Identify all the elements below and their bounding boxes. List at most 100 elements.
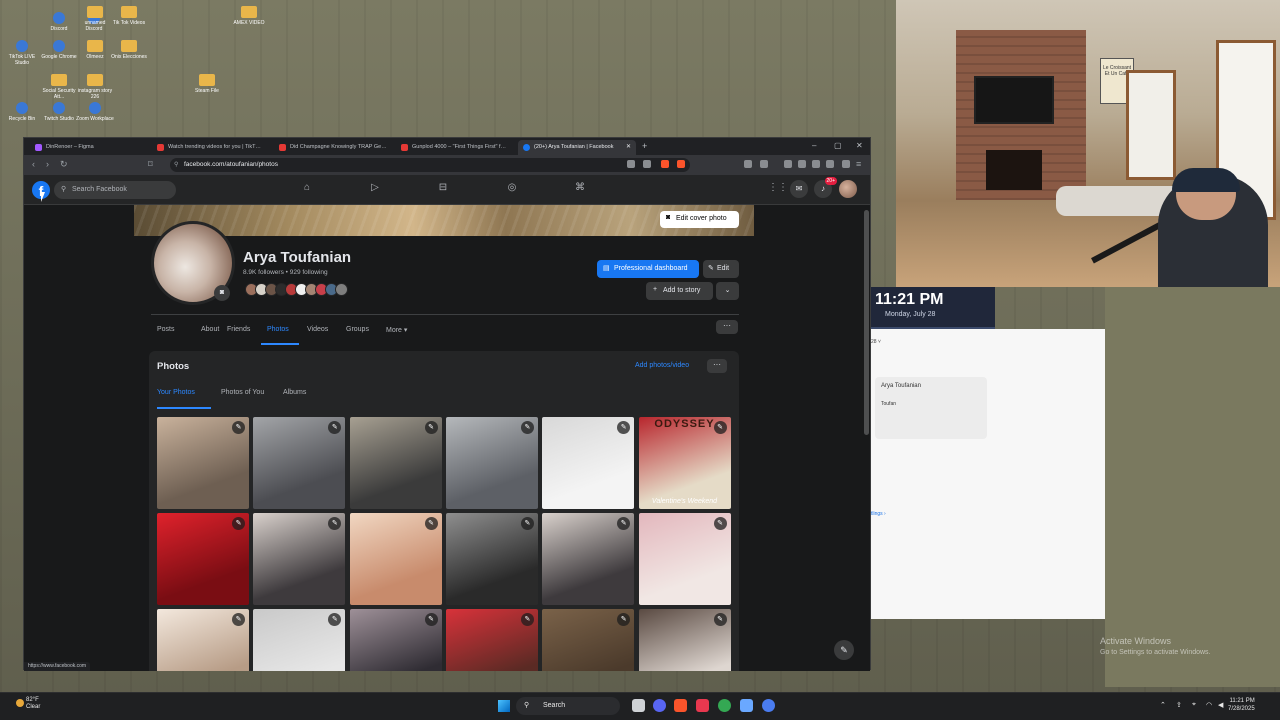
edit-photo-icon[interactable]: ✎ — [328, 421, 342, 434]
desktop-icon[interactable]: AMEX VIDEO — [230, 6, 268, 26]
tab-groups[interactable]: Groups — [346, 326, 369, 333]
photo-thumbnail[interactable]: ✎ — [542, 417, 635, 509]
contact-card[interactable]: Arya Toufanian Toufan — [875, 377, 987, 439]
photo-thumbnail[interactable]: ✎ — [157, 609, 249, 671]
edit-photo-icon[interactable]: ✎ — [424, 613, 438, 626]
extension-icon[interactable] — [784, 160, 792, 168]
extension-icon[interactable] — [826, 160, 834, 168]
browser-tab[interactable]: DinRenoer – Figma — [30, 140, 148, 155]
photo-thumbnail[interactable]: ✎ — [157, 417, 249, 509]
extension-icon[interactable] — [812, 160, 820, 168]
photos-more-button[interactable]: ··· — [707, 359, 727, 373]
gaming-icon[interactable]: ⌘ — [573, 182, 587, 196]
edit-photo-icon[interactable]: ✎ — [617, 613, 631, 626]
edit-photo-icon[interactable]: ✎ — [232, 517, 245, 530]
tab-photos[interactable]: Photos — [267, 326, 289, 333]
photo-thumbnail[interactable]: ✎ — [349, 609, 442, 671]
edit-photo-icon[interactable]: ✎ — [617, 421, 631, 434]
brave-shield-icon[interactable] — [661, 160, 669, 168]
network-icon[interactable]: ⇪ — [1176, 701, 1182, 709]
browser-tab[interactable]: Gunplod 4000 – "First Things First" f… — [396, 140, 514, 155]
settings-link[interactable]: tlings › — [871, 511, 886, 517]
video-icon[interactable]: ▷ — [368, 182, 382, 196]
browser-tab[interactable]: Watch trending videos for you | TikT… — [152, 140, 270, 155]
volume-icon[interactable]: ◀ — [1218, 701, 1223, 709]
edit-photo-icon[interactable]: ✎ — [424, 517, 438, 530]
photo-thumbnail[interactable]: ✎ — [253, 417, 346, 509]
marketplace-icon[interactable]: ⊟ — [436, 182, 450, 196]
desktop-icon[interactable]: Twitch Studio — [40, 102, 78, 122]
tab-about[interactable]: About — [201, 326, 219, 333]
close-tab-icon[interactable]: ✕ — [626, 143, 631, 150]
taskbar-clock[interactable]: 11:21 PM 7/28/2025 — [1228, 697, 1255, 713]
extension-icon[interactable] — [760, 160, 768, 168]
photo-thumbnail[interactable]: ✎ — [157, 513, 249, 605]
edit-photo-icon[interactable]: ✎ — [424, 421, 438, 434]
start-button[interactable] — [498, 700, 510, 712]
tray-chevron-icon[interactable]: ⌃ — [1160, 701, 1166, 709]
edit-profile-button[interactable]: ✎ Edit — [703, 260, 739, 278]
photo-thumbnail[interactable]: ✎ — [253, 609, 346, 671]
desktop-icon[interactable]: Onix Elecciones — [110, 40, 148, 60]
edit-photo-icon[interactable]: ✎ — [232, 613, 245, 626]
desktop-icon[interactable]: Social Security Att... — [40, 74, 78, 100]
edit-photo-icon[interactable]: ✎ — [520, 421, 534, 434]
edit-photo-icon[interactable]: ✎ — [617, 517, 631, 530]
messenger-icon[interactable]: ✉ — [790, 180, 808, 198]
desktop-icon[interactable]: Tik Tok Videos — [110, 6, 148, 26]
facebook-search-input[interactable]: ⚲ Search Facebook — [54, 181, 176, 199]
edit-photo-icon[interactable]: ✎ — [328, 613, 342, 626]
maximize-button[interactable]: ▢ — [834, 141, 842, 150]
groups-icon[interactable]: ◎ — [505, 182, 519, 196]
new-tab-button[interactable]: + — [642, 141, 647, 151]
extension-icon[interactable] — [744, 160, 752, 168]
edit-photo-icon[interactable]: ✎ — [713, 421, 727, 434]
extension-icon[interactable] — [627, 160, 635, 168]
brave-icon[interactable] — [674, 699, 687, 712]
file-explorer-icon[interactable] — [740, 699, 753, 712]
add-to-story-button[interactable]: + Add to story — [646, 282, 713, 300]
compose-message-icon[interactable]: ✎ — [834, 640, 854, 660]
weather-widget[interactable]: 82°F Clear — [16, 697, 40, 711]
desktop-icon[interactable]: Google Chrome — [40, 40, 78, 60]
photo-thumbnail[interactable]: ✎ — [349, 513, 442, 605]
photo-thumbnail[interactable]: ✎ — [253, 513, 346, 605]
brave-rewards-icon[interactable] — [677, 160, 685, 168]
desktop-icon[interactable]: Zoom Workplace — [76, 102, 114, 122]
address-bar[interactable]: ⚲ facebook.com/atoufanian/photos — [170, 158, 690, 172]
edit-photo-icon[interactable]: ✎ — [520, 517, 534, 530]
sidebar-icon[interactable] — [798, 160, 806, 168]
photo-thumbnail[interactable]: ✎ — [638, 513, 731, 605]
desktop-icon[interactable]: Recycle Bin — [3, 102, 41, 122]
share-icon[interactable] — [643, 160, 651, 168]
extension-icon[interactable] — [842, 160, 850, 168]
location-icon[interactable]: ⌖ — [1192, 701, 1196, 709]
reload-icon[interactable]: ↻ — [60, 159, 68, 170]
tab-videos[interactable]: Videos — [307, 326, 328, 333]
subtab-photos-of-you[interactable]: Photos of You — [221, 389, 264, 396]
profile-options-button[interactable]: ⌄ — [716, 282, 739, 300]
close-window-button[interactable]: ✕ — [856, 141, 863, 150]
photo-thumbnail[interactable]: ✎ — [638, 609, 731, 671]
photo-thumbnail[interactable]: ✎ — [445, 513, 538, 605]
subtab-albums[interactable]: Albums — [283, 389, 306, 396]
date-dropdown[interactable]: 28 ˅ — [871, 339, 881, 345]
photo-thumbnail[interactable]: ✎ — [445, 609, 538, 671]
photo-thumbnail[interactable]: ✎ — [349, 417, 442, 509]
page-scrollbar[interactable] — [864, 210, 869, 435]
home-icon[interactable]: ⌂ — [300, 182, 314, 196]
chrome-icon[interactable] — [718, 699, 731, 712]
desktop-icon[interactable]: TikTok LIVE Studio — [3, 40, 41, 66]
menu-grid-icon[interactable]: ⋮⋮ — [768, 182, 788, 196]
add-photos-button[interactable]: Add photos/video — [635, 362, 689, 369]
desktop-icon[interactable]: instagram story 226 — [76, 74, 114, 100]
browser-tab[interactable]: Did Champagne Knowingly TRAP Ge… — [274, 140, 392, 155]
professional-dashboard-button[interactable]: ▤ Professional dashboard — [597, 260, 699, 278]
menu-icon[interactable]: ≡ — [856, 159, 861, 169]
notifications-icon[interactable]: ♪ 20+ — [814, 177, 837, 198]
minimize-button[interactable]: – — [812, 141, 816, 150]
tab-posts[interactable]: Posts — [157, 326, 175, 333]
photo-thumbnail[interactable]: ✎ — [542, 609, 635, 671]
camera-icon[interactable]: ◙ — [214, 285, 230, 301]
subtab-your-photos[interactable]: Your Photos — [157, 389, 195, 396]
